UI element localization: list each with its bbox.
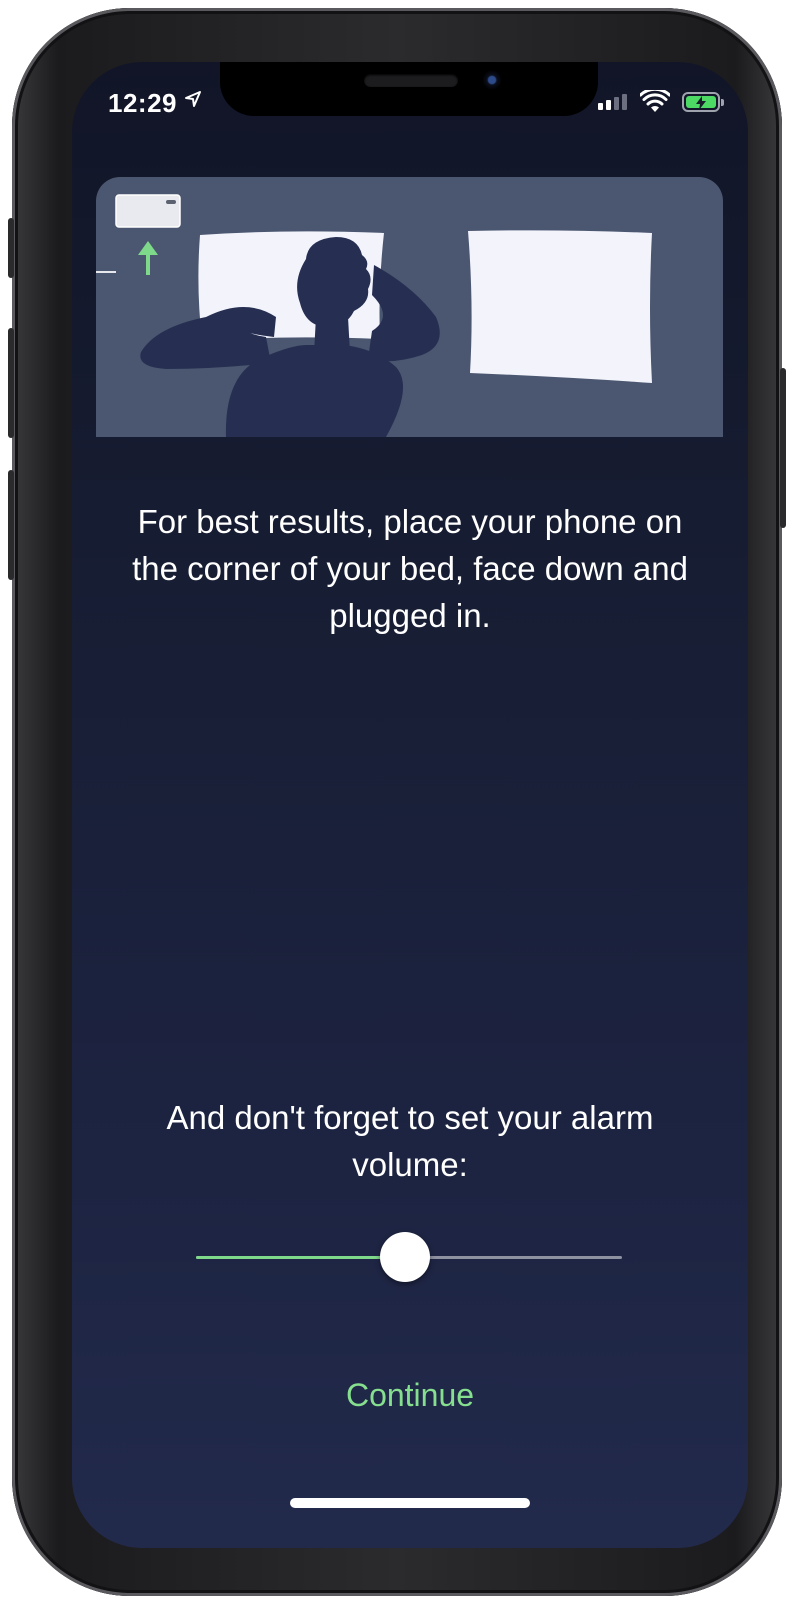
arrow-up-icon <box>138 241 158 275</box>
location-arrow-icon <box>185 91 201 107</box>
status-time: 12:29 <box>108 88 177 118</box>
volume-down-button <box>8 470 14 580</box>
side-button <box>780 368 786 528</box>
notch <box>220 62 598 116</box>
earpiece-speaker <box>364 74 458 87</box>
phone-icon <box>115 194 181 228</box>
front-camera <box>482 70 502 90</box>
battery-charging-icon <box>682 92 724 112</box>
cellular-signal-icon <box>598 94 627 110</box>
pillow-icon <box>468 230 652 383</box>
placement-instruction-text: For best results, place your phone on th… <box>132 503 688 634</box>
wifi-icon <box>640 90 670 112</box>
alarm-volume-slider[interactable] <box>196 1230 622 1286</box>
continue-button[interactable]: Continue <box>310 1370 510 1420</box>
volume-up-button <box>8 328 14 438</box>
silent-switch <box>8 218 14 278</box>
home-indicator[interactable] <box>290 1498 530 1508</box>
phone-placement-illustration <box>96 177 723 437</box>
slider-thumb[interactable] <box>379 1232 430 1282</box>
app-screen: 12:29 For best results, place your phone… <box>72 62 748 1548</box>
phone-frame: 12:29 For best results, place your phone… <box>8 8 786 1596</box>
alarm-volume-prompt: And don't forget to set your alarm volum… <box>166 1099 654 1183</box>
slider-fill <box>196 1256 405 1259</box>
